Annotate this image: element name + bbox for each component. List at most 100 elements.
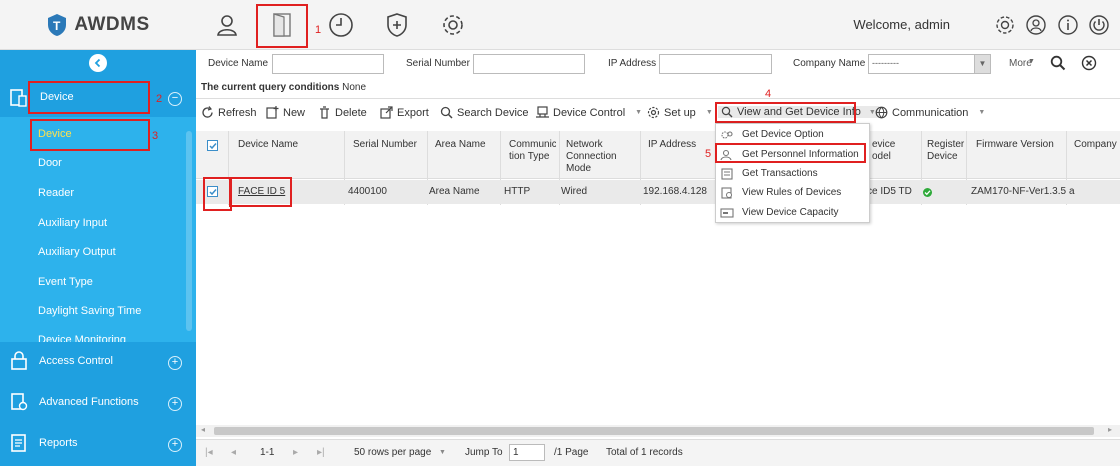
company-name-select[interactable]: --------- ▼	[868, 54, 991, 74]
column-header-device-name[interactable]: Device Name	[238, 139, 298, 151]
submenu-item-event-type[interactable]: Event Type	[38, 276, 93, 288]
magnifier-icon	[440, 106, 453, 119]
toolbar: Refresh New Delete Export Search Device …	[196, 101, 1120, 125]
sidebar-item-advanced-functions[interactable]: Advanced Functions +	[0, 386, 196, 420]
sidebar-item-access-control[interactable]: Access Control +	[0, 345, 196, 379]
column-header-network-connection-mode[interactable]: Network Connection Mode	[566, 139, 617, 175]
highlight-box-device-name	[229, 177, 292, 207]
column-header-firmware-version[interactable]: Firmware Version	[976, 139, 1054, 151]
query-conditions-value: None	[342, 82, 367, 93]
submenu-item-auxiliary-input[interactable]: Auxiliary Input	[38, 217, 107, 229]
search-icon[interactable]	[1050, 55, 1066, 71]
ip-address-cell: 192.168.4.128	[643, 186, 707, 197]
dropdown-arrow-icon[interactable]: ▼	[974, 55, 990, 73]
device-control-button[interactable]: Device Control ▼	[536, 106, 642, 119]
first-page-icon[interactable]: |◂	[205, 447, 213, 458]
annotation-2: 2	[156, 93, 163, 105]
serial-number-cell: 4400100	[348, 186, 387, 197]
select-all-checkbox[interactable]	[207, 140, 218, 154]
jump-to-page-input[interactable]: 1	[509, 444, 545, 461]
collapse-sidebar-icon[interactable]	[89, 54, 107, 72]
ip-address-input[interactable]	[659, 54, 772, 74]
menu-item-get-device-option[interactable]: Get Device Option	[742, 129, 824, 140]
new-button[interactable]: New	[266, 106, 305, 119]
column-header-device-model[interactable]: evice odel	[872, 139, 895, 163]
sidebar-section-label: Advanced Functions	[39, 396, 139, 408]
column-header-communication-type[interactable]: Communica tion Type	[509, 139, 556, 163]
new-icon	[266, 106, 279, 119]
menu-item-view-rules-of-devices[interactable]: View Rules of Devices	[742, 187, 841, 198]
query-conditions: The current query conditions None	[201, 82, 366, 93]
clock-nav-icon[interactable]	[324, 8, 358, 42]
menu-item-view-device-capacity[interactable]: View Device Capacity	[742, 207, 839, 218]
more-chevron-icon: ▼	[1028, 58, 1035, 65]
capacity-icon	[720, 208, 734, 218]
last-page-icon[interactable]: ▸|	[317, 447, 325, 458]
search-device-button[interactable]: Search Device	[440, 106, 529, 119]
highlight-box-3	[30, 119, 150, 151]
submenu-scrollbar[interactable]	[186, 131, 192, 331]
submenu-item-daylight-saving-time[interactable]: Daylight Saving Time	[38, 305, 141, 317]
rows-per-page-select[interactable]: 50 rows per page	[354, 447, 431, 458]
device-name-input[interactable]	[272, 54, 384, 74]
clear-search-icon[interactable]	[1081, 55, 1097, 71]
company-cell: a	[1069, 186, 1075, 197]
column-header-register-device[interactable]: Register Device	[927, 139, 964, 163]
scroll-right-icon[interactable]: ▸	[1108, 425, 1112, 434]
svg-text:T: T	[53, 19, 61, 33]
rules-icon	[721, 187, 732, 199]
submenu-item-device-monitoring[interactable]: Device Monitoring	[38, 334, 126, 342]
horizontal-scrollbar[interactable]: ◂ ▸	[196, 425, 1120, 437]
pagination-bar: |◂ ◂ 1-1 ▸ ▸| 50 rows per page ▼ Jump To…	[196, 439, 1120, 466]
app-name: AWDMS	[74, 14, 150, 35]
user-nav-icon[interactable]	[210, 8, 244, 42]
communication-button[interactable]: Communication ▼	[875, 106, 985, 119]
gear-icon	[647, 106, 660, 119]
user-profile-icon[interactable]	[1019, 8, 1053, 42]
table-row[interactable]: FACE ID 5 4400100 Area Name HTTP Wired 1…	[196, 180, 1120, 204]
shield-logo-icon: T	[48, 14, 67, 36]
delete-button[interactable]: Delete	[318, 106, 367, 119]
column-header-ip-address[interactable]: IP Address	[648, 139, 696, 151]
shield-plus-nav-icon[interactable]	[380, 8, 414, 42]
menu-item-get-transactions[interactable]: Get Transactions	[742, 168, 818, 179]
dropdown-arrow-icon: ▼	[978, 109, 986, 116]
sidebar-section-label: Reports	[39, 437, 78, 449]
expand-section-icon[interactable]: +	[168, 397, 182, 411]
scroll-left-icon[interactable]: ◂	[201, 425, 205, 434]
serial-number-input[interactable]	[473, 54, 585, 74]
expand-section-icon[interactable]: +	[168, 438, 182, 452]
page-total: /1 Page	[554, 447, 589, 458]
submenu-item-door[interactable]: Door	[38, 157, 62, 169]
export-button[interactable]: Export	[380, 106, 429, 119]
collapse-section-icon[interactable]: −	[168, 92, 182, 106]
column-header-area-name[interactable]: Area Name	[435, 139, 486, 151]
refresh-button[interactable]: Refresh	[201, 106, 257, 119]
prev-page-icon[interactable]: ◂	[231, 447, 236, 458]
info-icon[interactable]	[1051, 8, 1085, 42]
device-control-icon	[536, 106, 549, 118]
dropdown-arrow-icon[interactable]: ▼	[439, 449, 446, 456]
device-model-cell: ce ID5 TD	[867, 186, 912, 197]
column-header-serial-number[interactable]: Serial Number	[353, 139, 417, 151]
highlight-box-row-checkbox	[203, 177, 232, 211]
device-option-icon	[721, 131, 733, 139]
sidebar-item-reports[interactable]: Reports +	[0, 427, 196, 461]
top-bar: T AWDMS 1 Welcome, admin	[0, 0, 1120, 50]
column-header-company[interactable]: Company	[1074, 139, 1117, 151]
dropdown-arrow-icon: ▼	[705, 109, 713, 116]
next-page-icon[interactable]: ▸	[293, 447, 298, 458]
checkmark-icon	[209, 143, 217, 150]
serial-number-label: Serial Number	[406, 58, 470, 69]
power-icon[interactable]	[1082, 8, 1116, 42]
expand-section-icon[interactable]: +	[168, 356, 182, 370]
submenu-item-reader[interactable]: Reader	[38, 187, 74, 199]
setup-button[interactable]: Set up ▼	[647, 106, 713, 119]
connection-mode-cell: Wired	[561, 186, 588, 197]
scrollbar-thumb[interactable]	[214, 427, 1094, 435]
settings-icon[interactable]	[988, 8, 1022, 42]
app-logo: T AWDMS	[0, 0, 196, 50]
submenu-item-auxiliary-output[interactable]: Auxiliary Output	[38, 246, 116, 258]
gear-nav-icon[interactable]	[436, 8, 470, 42]
lock-icon	[11, 351, 27, 370]
